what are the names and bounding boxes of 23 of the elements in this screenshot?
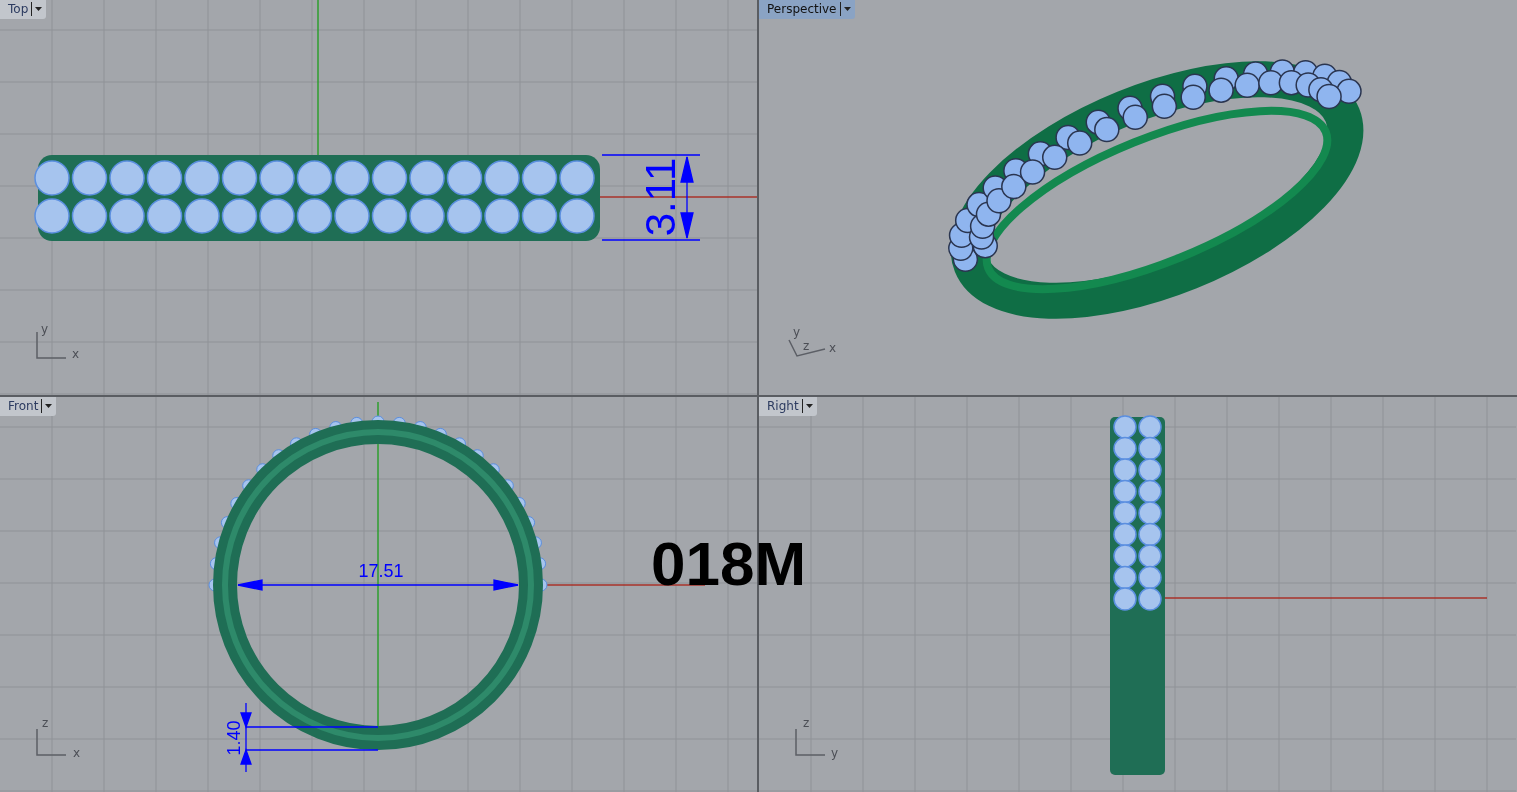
viewport-tab[interactable]: Perspective: [759, 0, 855, 19]
axis-label: z: [803, 716, 810, 730]
viewport-tab[interactable]: Right: [759, 397, 817, 416]
axis-label: x: [73, 746, 81, 760]
overlay-label: 018M: [651, 533, 807, 595]
caret-icon: [805, 404, 813, 408]
axis-label: x: [829, 341, 837, 355]
caret-icon: [843, 7, 851, 11]
viewport-tab[interactable]: Front: [0, 397, 57, 416]
axis-label: z: [803, 339, 810, 353]
caret-icon: [35, 7, 43, 11]
axis-label: y: [793, 325, 801, 339]
axis-label: x: [72, 347, 80, 361]
viewport-tab[interactable]: Top: [0, 0, 47, 19]
axis-triad-icon: [795, 728, 826, 756]
axis-label: y: [41, 322, 49, 336]
axis-label: y: [831, 746, 839, 760]
dimension-label: 1.40: [224, 720, 244, 756]
dimension-label: 3.11: [637, 157, 684, 237]
caret-icon: [45, 404, 53, 408]
axis-triad-icon: [36, 728, 67, 756]
axis-triad-icon: [788, 339, 826, 357]
axis-label: z: [42, 716, 49, 730]
